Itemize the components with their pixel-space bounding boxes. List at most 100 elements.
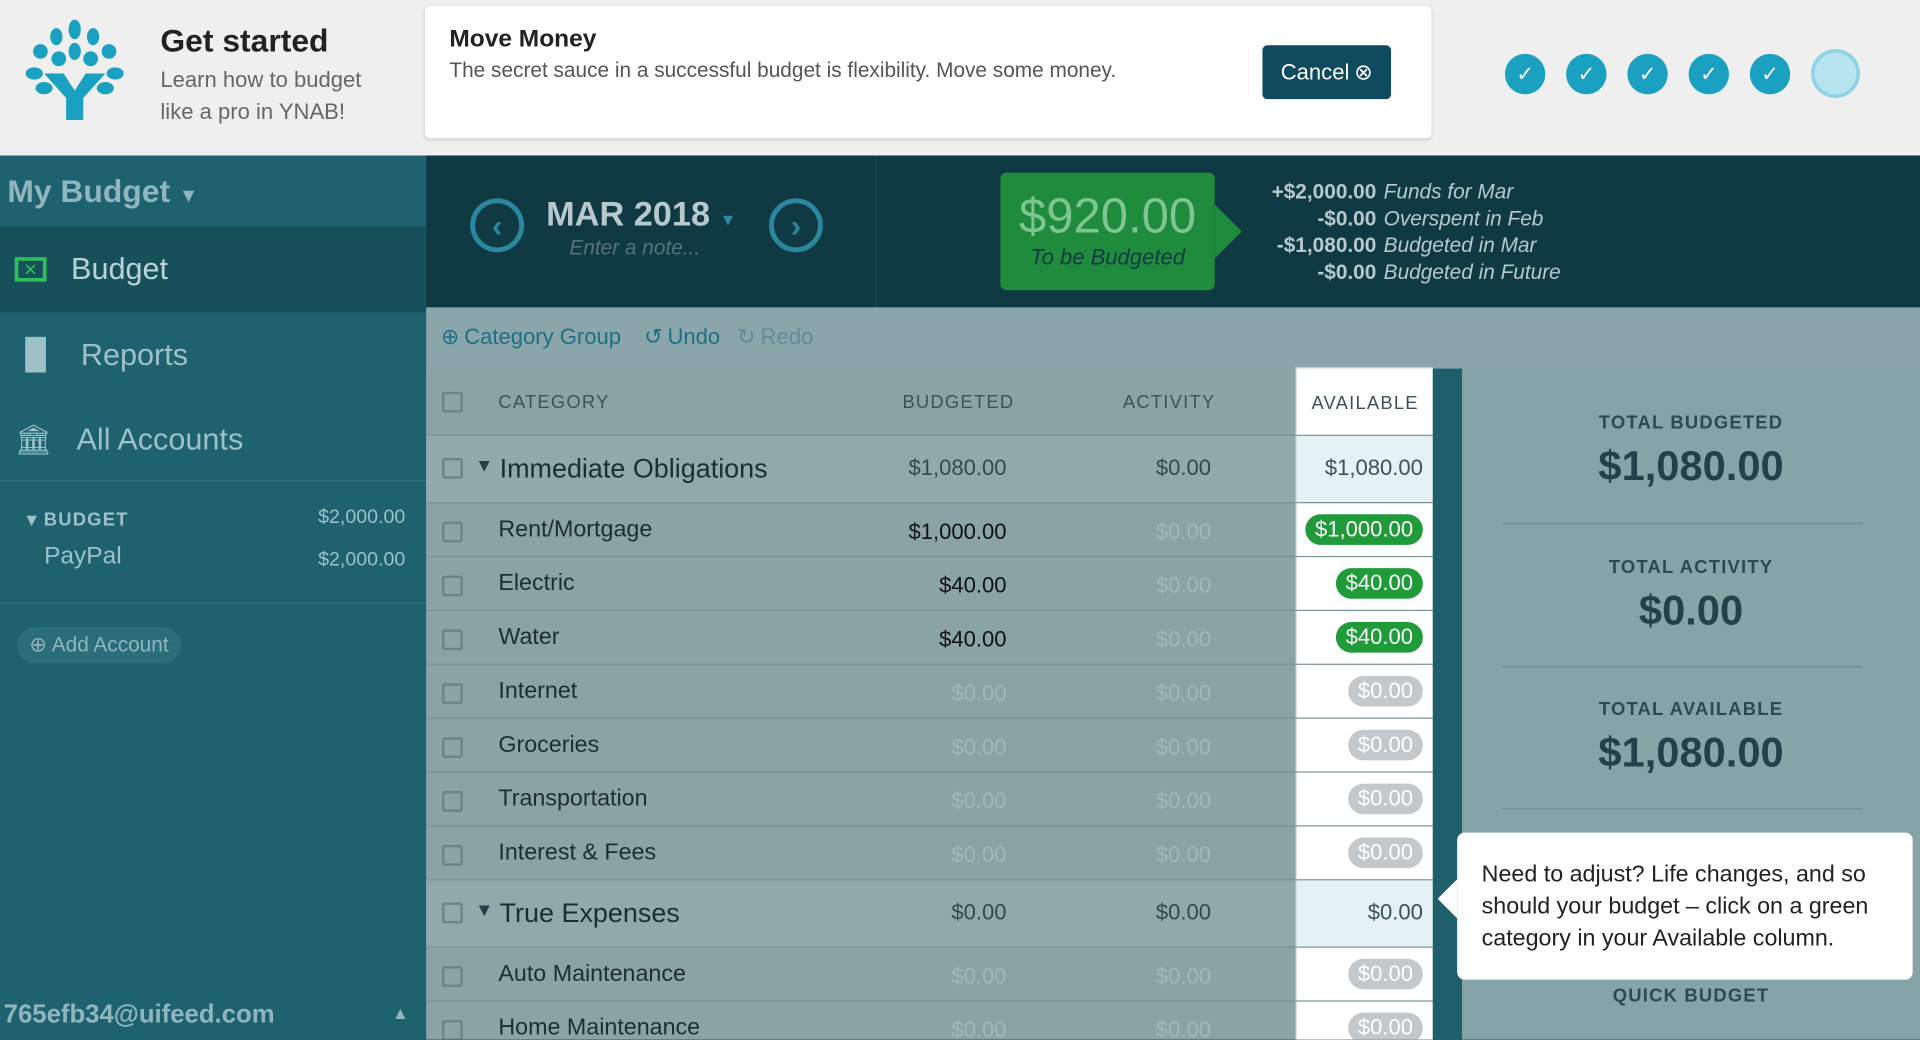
column-header[interactable]: BUDGETED xyxy=(902,392,1014,413)
activity-amount[interactable]: $0.00 xyxy=(1156,681,1211,707)
available-cell[interactable]: $0.00 xyxy=(1295,826,1433,880)
available-cell[interactable]: $0.00 xyxy=(1295,664,1433,718)
available-pill[interactable]: $0.00 xyxy=(1348,1012,1423,1040)
row-checkbox[interactable] xyxy=(442,844,463,866)
row-checkbox[interactable] xyxy=(442,737,463,758)
available-pill[interactable]: $0.00 xyxy=(1348,783,1423,815)
row-checkbox[interactable] xyxy=(442,575,463,597)
available-pill[interactable]: $40.00 xyxy=(1335,622,1423,653)
category-row[interactable]: Groceries $0.00 $0.00 $0.00 xyxy=(426,718,1433,773)
budgeted-amount[interactable]: $0.00 xyxy=(951,735,1006,761)
category-group-row[interactable]: ▼ Immediate Obligations $1,080.00 $0.00 $1,0… xyxy=(426,435,1433,504)
onboarding-tooltip: Need to adjust? Life changes, and so sho… xyxy=(1437,832,1913,980)
category-row[interactable]: Internet $0.00 $0.00 $0.00 xyxy=(426,664,1433,719)
nav-reports[interactable]: ▐▌ Reports xyxy=(0,312,426,398)
available-cell[interactable]: $0.00 xyxy=(1295,718,1433,772)
category-group-row[interactable]: ▼ True Expenses $0.00 $0.00 $0.00 xyxy=(426,880,1433,948)
category-name[interactable]: Immediate Obligations xyxy=(500,453,768,485)
user-email[interactable]: 765efb34@uifeed.com xyxy=(4,1000,275,1029)
activity-amount[interactable]: $0.00 xyxy=(1156,627,1211,653)
undo-button[interactable]: ↺ Undo xyxy=(644,324,720,350)
category-name[interactable]: Internet xyxy=(498,678,577,705)
budgeted-amount[interactable]: $0.00 xyxy=(951,900,1006,926)
available-cell[interactable]: $0.00 xyxy=(1295,947,1433,1001)
category-row[interactable]: Rent/Mortgage $1,000.00 $0.00 $1,000.00 xyxy=(426,503,1433,558)
category-name[interactable]: Interest & Fees xyxy=(498,840,656,867)
add-account-button[interactable]: ⊕ Add Account xyxy=(17,626,181,664)
row-checkbox[interactable] xyxy=(442,1020,463,1040)
row-checkbox[interactable] xyxy=(442,683,463,705)
available-pill[interactable]: $0.00 xyxy=(1348,675,1423,707)
row-checkbox[interactable] xyxy=(442,629,463,651)
available-cell[interactable]: $40.00 xyxy=(1295,557,1433,610)
category-name[interactable]: Electric xyxy=(498,571,574,598)
budgeted-amount[interactable]: $0.00 xyxy=(951,842,1006,868)
cancel-button[interactable]: Cancel ⊗ xyxy=(1262,45,1392,100)
activity-amount[interactable]: $0.00 xyxy=(1156,789,1211,815)
activity-amount[interactable]: $0.00 xyxy=(1156,735,1211,761)
category-row[interactable]: Transportation $0.00 $0.00 $0.00 xyxy=(426,772,1433,827)
row-checkbox[interactable] xyxy=(442,521,463,543)
available-pill[interactable]: $0.00 xyxy=(1348,729,1423,761)
budgeted-amount[interactable]: $1,000.00 xyxy=(908,519,1006,545)
nav-all-accounts[interactable]: 🏛 All Accounts xyxy=(0,397,426,483)
available-cell[interactable]: $0.00 xyxy=(1295,880,1433,947)
column-header[interactable]: ACTIVITY xyxy=(1123,392,1215,413)
activity-amount[interactable]: $0.00 xyxy=(1156,573,1211,599)
activity-amount[interactable]: $0.00 xyxy=(1156,456,1211,482)
category-name[interactable]: Home Maintenance xyxy=(498,1015,700,1039)
available-pill[interactable]: $0.00 xyxy=(1348,837,1423,869)
column-header[interactable]: CATEGORY xyxy=(498,392,609,413)
budgeted-amount[interactable]: $40.00 xyxy=(939,573,1006,599)
category-row[interactable]: Interest & Fees $0.00 $0.00 $0.00 xyxy=(426,826,1433,881)
budgeted-amount[interactable]: $0.00 xyxy=(951,789,1006,815)
category-row[interactable]: Water $40.00 $0.00 $40.00 xyxy=(426,611,1433,665)
collapse-triangle-icon[interactable]: ▼ xyxy=(475,900,493,921)
collapse-triangle-icon[interactable]: ▼ xyxy=(475,456,493,477)
row-checkbox[interactable] xyxy=(442,902,463,924)
activity-amount[interactable]: $0.00 xyxy=(1156,900,1211,926)
category-name[interactable]: Water xyxy=(498,624,559,651)
budgeted-amount[interactable]: $0.00 xyxy=(951,1018,1006,1040)
available-pill[interactable]: $1,000.00 xyxy=(1305,514,1423,545)
available-header-cell[interactable]: AVAILABLE xyxy=(1295,367,1433,435)
available-cell[interactable]: $0.00 xyxy=(1295,1001,1433,1040)
budgeted-amount[interactable]: $40.00 xyxy=(939,627,1006,653)
activity-amount[interactable]: $0.00 xyxy=(1156,519,1211,545)
category-name[interactable]: Groceries xyxy=(498,732,599,759)
category-name[interactable]: Auto Maintenance xyxy=(498,961,686,988)
account-group-toggle[interactable]: ▾ BUDGET xyxy=(27,508,129,530)
add-category-group-button[interactable]: ⊕ Category Group xyxy=(441,324,621,350)
row-checkbox[interactable] xyxy=(442,966,463,987)
row-checkbox[interactable] xyxy=(442,457,463,479)
category-name[interactable]: True Expenses xyxy=(500,898,680,930)
next-month-button[interactable]: › xyxy=(768,198,823,253)
select-all-checkbox[interactable] xyxy=(442,391,463,413)
month-note-input[interactable]: Enter a note... xyxy=(569,236,700,260)
budgeted-amount[interactable]: $0.00 xyxy=(951,964,1006,990)
available-cell[interactable]: $40.00 xyxy=(1295,611,1433,664)
available-cell[interactable]: $1,080.00 xyxy=(1295,435,1433,503)
budget-menu[interactable]: My Budget ▼ xyxy=(7,173,198,211)
available-cell[interactable]: $1,000.00 xyxy=(1295,503,1433,556)
caret-up-icon[interactable]: ▲ xyxy=(392,1003,409,1023)
month-selector[interactable]: MAR 2018 ▼ xyxy=(546,195,736,234)
budgeted-amount[interactable]: $1,080.00 xyxy=(908,456,1006,482)
category-name[interactable]: Transportation xyxy=(498,786,647,813)
available-pill[interactable]: $40.00 xyxy=(1335,568,1423,599)
redo-button[interactable]: ↻ Redo xyxy=(737,324,813,350)
activity-amount[interactable]: $0.00 xyxy=(1156,1018,1211,1040)
category-name[interactable]: Rent/Mortgage xyxy=(498,517,652,544)
budgeted-amount[interactable]: $0.00 xyxy=(951,681,1006,707)
category-row[interactable]: Home Maintenance $0.00 $0.00 $0.00 xyxy=(426,1001,1433,1040)
activity-amount[interactable]: $0.00 xyxy=(1156,842,1211,868)
account-paypal[interactable]: PayPal xyxy=(44,542,122,570)
prev-month-button[interactable]: ‹ xyxy=(470,198,525,253)
category-row[interactable]: Electric $40.00 $0.00 $40.00 xyxy=(426,557,1433,612)
available-cell[interactable]: $0.00 xyxy=(1295,772,1433,826)
available-pill[interactable]: $0.00 xyxy=(1348,958,1423,990)
row-checkbox[interactable] xyxy=(442,791,463,812)
nav-budget[interactable]: ✕ Budget xyxy=(0,226,427,313)
category-row[interactable]: Auto Maintenance $0.00 $0.00 $0.00 xyxy=(426,947,1433,1002)
activity-amount[interactable]: $0.00 xyxy=(1156,964,1211,990)
